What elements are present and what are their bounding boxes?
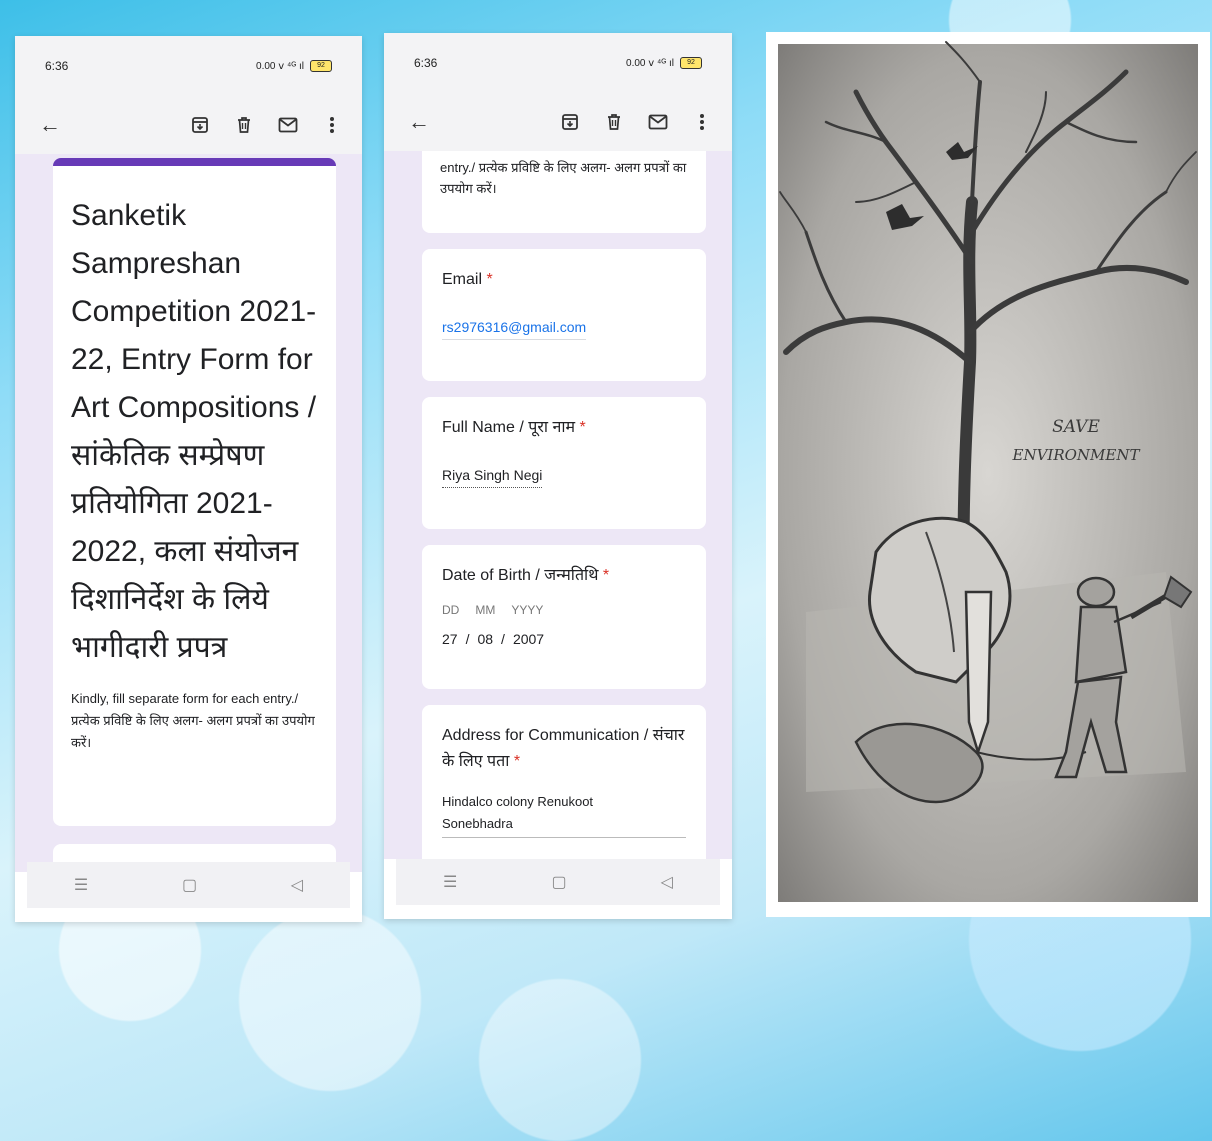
dob-separator: / bbox=[501, 631, 505, 647]
address-field[interactable]: Hindalco colony Renukoot Sonebhadra bbox=[442, 791, 686, 838]
email-label: Email * bbox=[442, 271, 493, 288]
triangle-back-icon[interactable]: ◁ bbox=[291, 875, 303, 895]
form-header-card-tail: entry./ प्रत्येक प्रविष्टि के लिए अलग- अ… bbox=[422, 151, 706, 233]
full-name-field[interactable]: Riya Singh Negi bbox=[442, 467, 543, 488]
back-arrow-icon[interactable]: ← bbox=[39, 112, 61, 138]
dob-dd-placeholder: DD bbox=[442, 603, 460, 617]
archive-icon[interactable] bbox=[558, 110, 582, 134]
status-time: 6:36 bbox=[414, 56, 438, 70]
signal-icons: 0.00 ⅴ ⁴ᴳ ıl bbox=[626, 57, 674, 69]
form-description: Kindly, fill separate form for each entr… bbox=[71, 691, 315, 750]
battery-icon: 92 bbox=[310, 60, 332, 72]
phone-screenshot-2: 6:36 0.00 ⅴ ⁴ᴳ ıl 92 ← entry./ प्रत्येक … bbox=[384, 33, 732, 919]
status-icons: 0.00 ⅴ ⁴ᴳ ıl 92 bbox=[626, 57, 702, 69]
dob-question-card: Date of Birth / जन्मतिथि * DD MM YYYY 27… bbox=[422, 545, 706, 689]
home-icon[interactable]: ▢ bbox=[182, 875, 197, 895]
dob-year[interactable]: 2007 bbox=[513, 631, 544, 647]
mail-icon[interactable] bbox=[646, 110, 670, 134]
trash-icon[interactable] bbox=[232, 113, 256, 137]
form-description: entry./ प्रत्येक प्रविष्टि के लिए अलग- अ… bbox=[440, 160, 687, 196]
home-icon[interactable]: ▢ bbox=[551, 872, 566, 892]
full-name-label: Full Name / पूरा नाम * bbox=[442, 419, 586, 436]
menu-icon[interactable]: ☰ bbox=[74, 875, 88, 895]
form-header-card: Sanketik Sampreshan Competition 2021-22,… bbox=[53, 158, 336, 826]
address-line-2: Sonebhadra bbox=[442, 816, 513, 831]
caption-save: SAVE bbox=[1052, 417, 1100, 437]
form-content: entry./ प्रत्येक प्रविष्टि के लिए अलग- अ… bbox=[384, 151, 732, 859]
dob-month[interactable]: 08 bbox=[477, 631, 493, 647]
dob-mm-placeholder: MM bbox=[475, 603, 496, 617]
form-title: Sanketik Sampreshan Competition 2021-22,… bbox=[71, 199, 317, 664]
dob-yyyy-placeholder: YYYY bbox=[511, 603, 544, 617]
back-arrow-icon[interactable]: ← bbox=[408, 109, 430, 135]
system-nav-bar: ☰ ▢ ◁ bbox=[396, 859, 720, 905]
address-question-card: Address for Communication / संचार के लिए… bbox=[422, 705, 706, 859]
mail-toolbar: ← bbox=[384, 93, 732, 151]
trash-icon[interactable] bbox=[602, 110, 626, 134]
mail-icon[interactable] bbox=[276, 113, 300, 137]
battery-icon: 92 bbox=[680, 57, 702, 69]
email-question-card: Email * rs2976316@gmail.com bbox=[422, 249, 706, 381]
triangle-back-icon[interactable]: ◁ bbox=[661, 872, 673, 892]
phone-screenshot-1: 6:36 0.00 ⅴ ⁴ᴳ ıl 92 ← Sanketik Sampresh… bbox=[15, 36, 362, 922]
status-icons: 0.00 ⅴ ⁴ᴳ ıl 92 bbox=[256, 60, 332, 72]
dob-label: Date of Birth / जन्मतिथि * bbox=[442, 567, 610, 584]
dob-separator: / bbox=[465, 631, 470, 647]
full-name-question-card: Full Name / पूरा नाम * Riya Singh Negi bbox=[422, 397, 706, 529]
menu-icon[interactable]: ☰ bbox=[443, 872, 457, 892]
status-time: 6:36 bbox=[45, 59, 69, 73]
more-vert-icon[interactable] bbox=[320, 113, 344, 137]
caption-environment: ENVIRONMENT bbox=[1012, 446, 1141, 464]
system-nav-bar: ☰ ▢ ◁ bbox=[27, 862, 350, 908]
more-vert-icon[interactable] bbox=[690, 110, 714, 134]
address-line-1: Hindalco colony Renukoot bbox=[442, 794, 594, 809]
archive-icon[interactable] bbox=[188, 113, 212, 137]
address-label: Address for Communication / संचार के लिए… bbox=[442, 727, 685, 770]
dob-placeholders: DD MM YYYY bbox=[442, 603, 686, 617]
email-field[interactable]: rs2976316@gmail.com bbox=[442, 319, 587, 340]
form-content: Sanketik Sampreshan Competition 2021-22,… bbox=[15, 154, 362, 872]
status-bar: 6:36 0.00 ⅴ ⁴ᴳ ıl 92 bbox=[15, 36, 362, 96]
status-bar: 6:36 0.00 ⅴ ⁴ᴳ ıl 92 bbox=[384, 33, 732, 93]
dob-day[interactable]: 27 bbox=[442, 631, 458, 647]
artwork-frame: SAVE ENVIRONMENT bbox=[766, 32, 1210, 917]
save-environment-sketch: SAVE ENVIRONMENT bbox=[778, 41, 1198, 902]
dob-field[interactable]: 27 / 08 / 2007 bbox=[442, 631, 686, 647]
mail-toolbar: ← bbox=[15, 96, 362, 154]
signal-icons: 0.00 ⅴ ⁴ᴳ ıl bbox=[256, 60, 304, 72]
